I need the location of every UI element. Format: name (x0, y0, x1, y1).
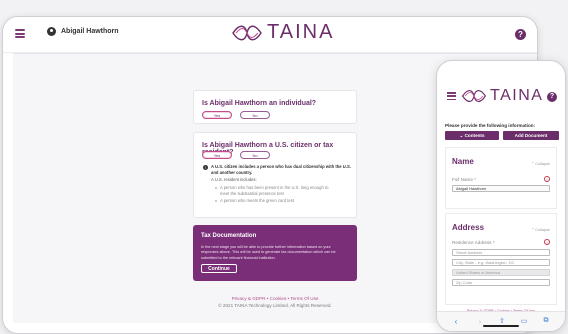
home-indicator (483, 325, 519, 327)
full-name-field[interactable]: Abigail Hawthorn (452, 185, 550, 192)
collapse-label: Collapse (535, 162, 550, 166)
collapse-label: Collapse (535, 228, 550, 232)
logo-text: TAINA (267, 21, 335, 43)
question-card-citizen: Is Abigail Hawthorn a U.S. citizen or ta… (193, 132, 357, 218)
bullet-icon (215, 200, 217, 202)
help-icon[interactable]: ? (547, 92, 557, 102)
street-address-input[interactable]: Street Address (452, 249, 550, 256)
tax-documentation-panel: Tax Documentation In the next stage you … (193, 225, 357, 281)
footer-links[interactable]: Privacy & GDPR • Cookies • Terms Of Use (193, 296, 357, 301)
continue-button[interactable]: Continue (201, 264, 237, 273)
user-icon (47, 27, 56, 36)
no-button[interactable]: No (240, 151, 270, 159)
contents-button[interactable]: ⌄ Contents (445, 131, 499, 140)
hamburger-menu-icon[interactable] (15, 29, 25, 38)
resident-criterion: A person who meets the green card test (220, 198, 295, 203)
address-section: Address ⌃ Collapse Residence Address * !… (445, 213, 557, 305)
field-label: Residence Address * (452, 240, 495, 245)
question-title: Is Abigail Hawthorn an individual? (202, 100, 317, 107)
add-document-button[interactable]: Add Document (503, 131, 559, 140)
hamburger-menu-icon[interactable] (447, 92, 456, 100)
share-icon[interactable]: ⇧ (497, 317, 507, 325)
bookmarks-icon[interactable]: ▭ (519, 317, 529, 325)
no-button[interactable]: No (240, 111, 270, 119)
user-account[interactable]: Abigail Hawthorn (47, 27, 119, 36)
field-label: Full Name * (452, 177, 476, 182)
resident-info-heading: A U.S. resident includes: (211, 177, 257, 182)
footer-copyright: © 2021 TAINA Technology Limited. All Rig… (218, 303, 332, 308)
yes-button[interactable]: Yes (202, 151, 232, 159)
tax-description: In the next stage you will be able to pr… (201, 245, 336, 260)
contents-label: Contents (464, 133, 485, 138)
tabs-icon[interactable]: ⧉ (541, 317, 551, 325)
tax-title: Tax Documentation (201, 233, 257, 239)
city-state-input[interactable]: City, State - e.g. Washington, DC (452, 259, 550, 266)
section-title: Address (452, 223, 485, 232)
phone-top-bar: TAINA ? (443, 81, 559, 113)
user-name: Abigail Hawthorn (61, 28, 119, 35)
phone-device: TAINA ? Please provide the following inf… (436, 60, 566, 332)
zip-code-input[interactable]: Zip Code (452, 279, 550, 286)
question-card-individual: Is Abigail Hawthorn an individual? Yes N… (193, 90, 357, 124)
taina-logo: TAINA (461, 86, 543, 106)
collapse-toggle[interactable]: ⌃ Collapse (531, 161, 550, 166)
yes-button[interactable]: Yes (202, 111, 232, 119)
bullet-icon (215, 187, 217, 189)
collapse-toggle[interactable]: ⌃ Collapse (531, 227, 550, 232)
help-icon[interactable]: ? (515, 29, 526, 40)
logo-text: TAINA (490, 87, 544, 104)
section-title: Name (452, 157, 474, 166)
warning-icon: ! (544, 239, 550, 245)
info-icon: ! (203, 165, 208, 170)
citizen-info: A U.S. citizen includes a person who has… (211, 164, 351, 175)
taina-logo: TAINA (231, 21, 334, 44)
browser-toolbar: ‹ › ⇧ ▭ ⧉ (437, 311, 565, 331)
country-select[interactable]: United States of America (452, 269, 550, 276)
name-section: Name ⌃ Collapse Full Name * ! Abigail Ha… (445, 147, 557, 209)
top-bar: Abigail Hawthorn TAINA ? (3, 17, 537, 53)
warning-icon: ! (544, 176, 550, 182)
ribbon-logo-icon (232, 25, 262, 40)
ribbon-logo-icon (461, 89, 487, 103)
phone-screen: TAINA ? Please provide the following inf… (443, 81, 559, 319)
resident-criterion: A person who has been present in the U.S… (220, 185, 329, 196)
info-heading: Please provide the following information… (445, 123, 536, 128)
back-icon[interactable]: ‹ (451, 317, 461, 326)
